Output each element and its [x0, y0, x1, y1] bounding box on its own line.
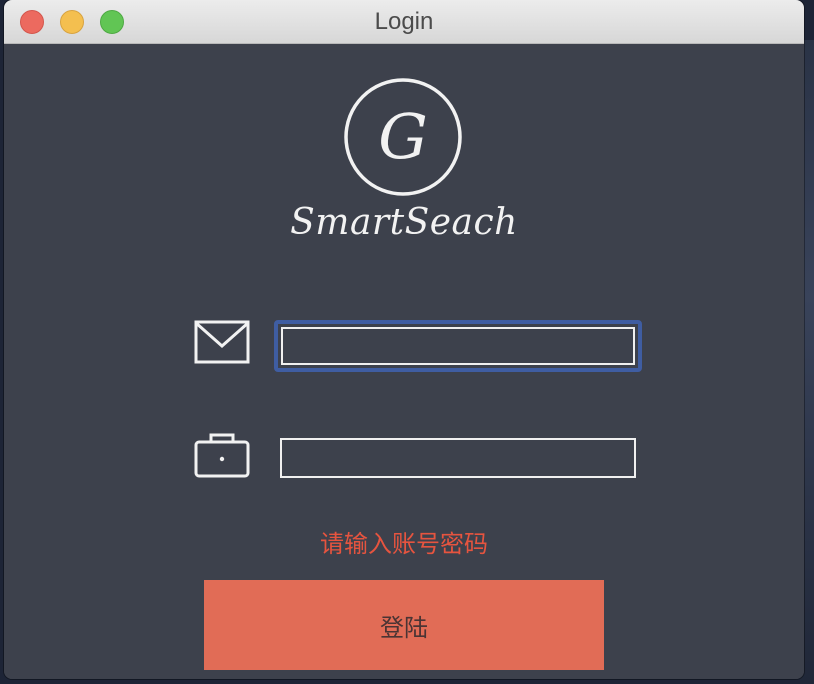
- login-window: Login G SmartSeach 请输入账号密码 登陆: [4, 0, 804, 679]
- logo-icon: G: [344, 78, 462, 196]
- error-message: 请输入账号密码: [320, 530, 488, 558]
- logo-letter: G: [378, 100, 428, 173]
- password-input-wrapper: [274, 434, 642, 486]
- email-input-focus-ring: [274, 320, 642, 372]
- email-input[interactable]: [281, 327, 635, 365]
- password-input[interactable]: [280, 438, 636, 478]
- mail-icon: [194, 320, 250, 364]
- title-bar[interactable]: Login: [4, 0, 804, 44]
- brand-name: SmartSeach: [290, 202, 518, 243]
- lock-icon: [194, 433, 250, 478]
- window-title: Login: [374, 8, 434, 35]
- login-panel: G SmartSeach 请输入账号密码 登陆: [4, 44, 804, 679]
- login-button[interactable]: 登陆: [204, 580, 604, 670]
